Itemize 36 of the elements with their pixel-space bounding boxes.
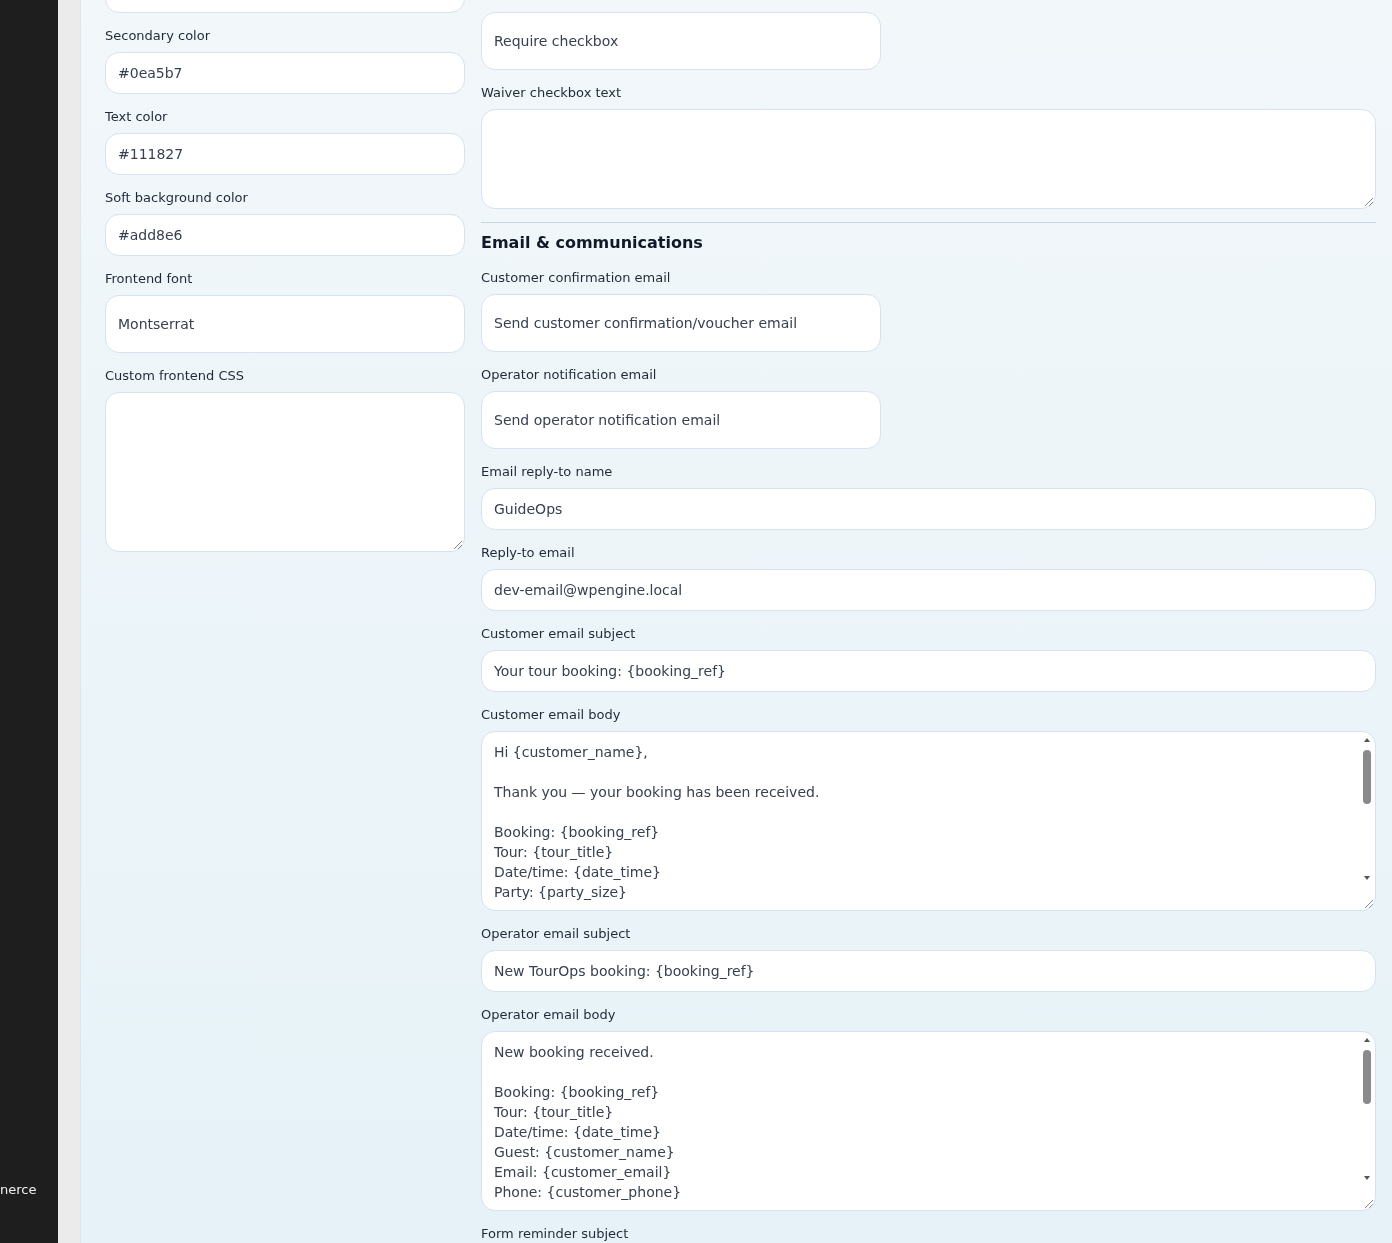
- select-field[interactable]: Send customer confirmation/voucher email: [481, 294, 881, 352]
- input-field[interactable]: #0ea5b7: [105, 52, 465, 94]
- field-label: Operator email subject: [481, 925, 631, 942]
- field-label: Reply-to email: [481, 544, 575, 561]
- field-label: Waiver checkbox text: [481, 84, 622, 101]
- resize-handle[interactable]: [1363, 196, 1373, 206]
- field-label: Customer confirmation email: [481, 269, 671, 286]
- field-label: Customer email subject: [481, 625, 636, 642]
- input-field[interactable]: GuideOps: [481, 488, 1376, 530]
- field-label: Email reply-to name: [481, 463, 613, 480]
- field-label: Soft background color: [105, 189, 248, 206]
- resize-handle[interactable]: [1363, 1198, 1373, 1208]
- select-field[interactable]: Montserrat: [105, 295, 465, 353]
- field-label: Frontend font: [105, 270, 193, 287]
- field-label: Form reminder subject: [481, 1225, 629, 1242]
- textarea-field[interactable]: [481, 109, 1376, 209]
- input-field[interactable]: dev-email@wpengine.local: [481, 569, 1376, 611]
- textarea-field[interactable]: Hi {customer_name}, Thank you — your booking has been received. Booking: {booking_ref} Tour: {tour_title} Date/time: {date_time} Party: {party_size}: [481, 731, 1376, 911]
- input-field[interactable]: Your tour booking: {booking_ref}: [481, 650, 1376, 692]
- resize-handle[interactable]: [452, 539, 462, 549]
- resize-handle[interactable]: [1363, 898, 1373, 908]
- field-label: Custom frontend CSS: [105, 367, 245, 384]
- select-field[interactable]: Require checkbox: [481, 12, 881, 70]
- textarea-field[interactable]: [105, 392, 465, 552]
- field-label: Operator notification email: [481, 366, 657, 383]
- field-label: Secondary color: [105, 27, 210, 44]
- select-field[interactable]: Send operator notification email: [481, 391, 881, 449]
- input-field[interactable]: New TourOps booking: {booking_ref}: [481, 950, 1376, 992]
- textarea-field[interactable]: New booking received. Booking: {booking_ref} Tour: {tour_title} Date/time: {date_time} Guest: {customer_name} Email: {customer_email} Phone: {customer_phone}: [481, 1031, 1376, 1211]
- field-label: Customer email body: [481, 706, 621, 723]
- input-field[interactable]: #111827: [105, 133, 465, 175]
- section-heading: Email & communications: [481, 233, 704, 253]
- field-label: Text color: [105, 108, 168, 125]
- field-label: Operator email body: [481, 1006, 616, 1023]
- sidebar-item[interactable]: nerce: [0, 1179, 37, 1199]
- input-field[interactable]: #add8e6: [105, 214, 465, 256]
